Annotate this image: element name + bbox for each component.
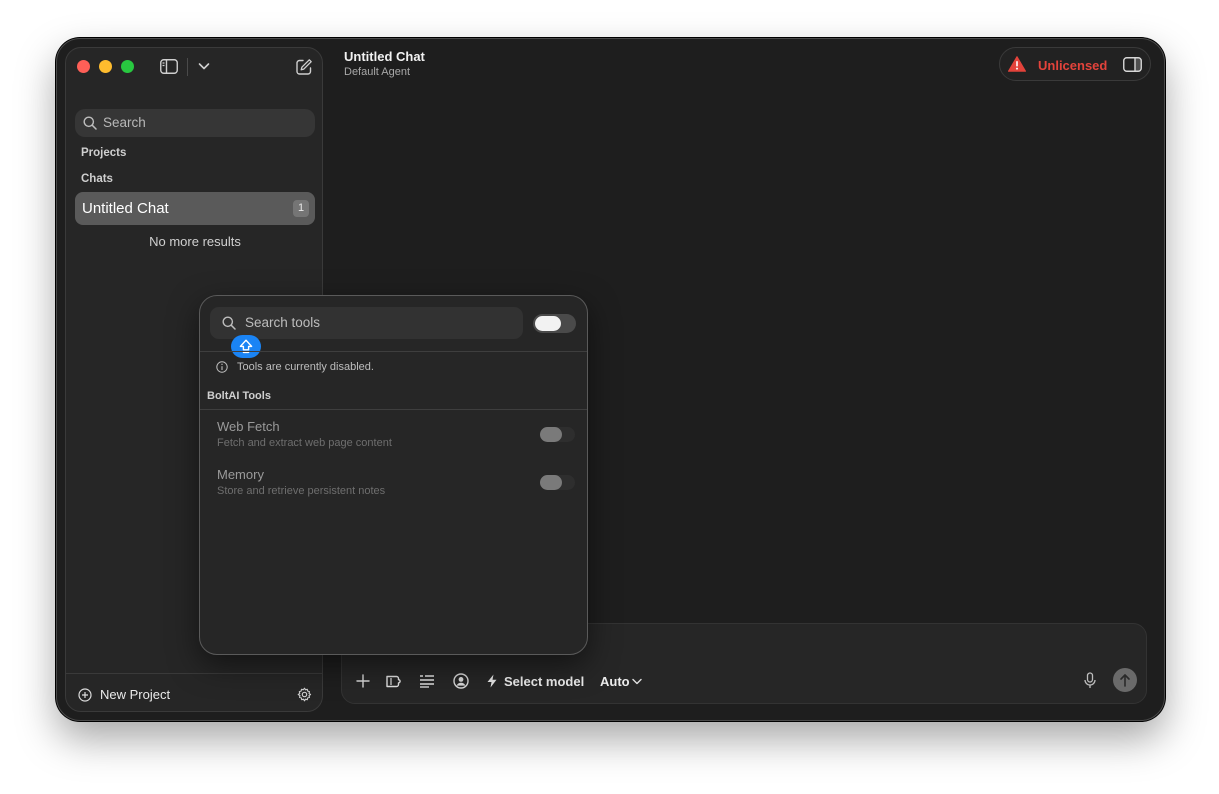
sidebar-search-input[interactable]: Search <box>75 109 315 137</box>
tool-memory-description: Store and retrieve persistent notes <box>217 485 386 497</box>
license-status-label: Unlicensed <box>1038 58 1108 73</box>
popover-anchor-caret <box>387 656 403 665</box>
license-status-pill[interactable]: Unlicensed <box>999 47 1151 81</box>
window-zoom-button[interactable] <box>121 60 134 73</box>
tools-group-heading: BoltAI Tools <box>207 390 271 402</box>
popover-divider <box>200 409 587 410</box>
section-projects-label: Projects <box>81 147 127 159</box>
arrow-up-icon <box>1120 674 1130 687</box>
tool-web-fetch-toggle[interactable] <box>540 427 575 442</box>
chat-item-title: Untitled Chat <box>82 200 169 217</box>
window-close-button[interactable] <box>77 60 90 73</box>
bolt-icon <box>487 674 497 688</box>
tools-plugin-icon[interactable] <box>385 673 403 689</box>
search-icon <box>83 116 97 130</box>
chat-title: Untitled Chat <box>344 49 425 64</box>
tools-search-input[interactable]: Search tools <box>210 307 523 339</box>
tools-popover: Search tools Tools are currently disable… <box>199 295 588 655</box>
popover-divider <box>200 351 587 352</box>
new-project-label: New Project <box>100 687 171 702</box>
tools-search-placeholder: Search tools <box>245 315 321 330</box>
toggle-knob <box>535 316 561 331</box>
tool-web-fetch-name: Web Fetch <box>217 419 280 434</box>
tools-master-toggle[interactable] <box>533 314 576 333</box>
microphone-icon[interactable] <box>1083 672 1097 689</box>
tool-web-fetch-description: Fetch and extract web page content <box>217 437 392 449</box>
warning-triangle-icon <box>1008 56 1026 72</box>
search-icon <box>222 316 236 330</box>
plus-circle-icon <box>78 688 92 702</box>
no-more-results-text: No more results <box>149 234 241 249</box>
info-icon <box>216 361 228 373</box>
new-chat-compose-icon[interactable] <box>295 58 313 76</box>
chat-item-count-badge: 1 <box>293 200 309 217</box>
toggle-knob <box>540 427 562 442</box>
tool-memory-name: Memory <box>217 467 264 482</box>
sidebar-search-placeholder: Search <box>103 115 146 130</box>
section-chats-label: Chats <box>81 173 113 185</box>
tools-disabled-notice: Tools are currently disabled. <box>237 361 374 373</box>
sidebar-footer-divider <box>66 673 322 674</box>
agent-profile-icon[interactable] <box>453 673 469 689</box>
send-button[interactable] <box>1113 668 1137 692</box>
chevron-down-icon <box>632 678 642 685</box>
auto-mode-dropdown[interactable]: Auto <box>600 674 630 689</box>
toggle-knob <box>540 475 562 490</box>
shift-key-badge <box>231 335 261 358</box>
chat-list-item[interactable]: Untitled Chat 1 <box>75 192 315 225</box>
toolbar-divider <box>187 58 188 76</box>
tool-memory-toggle[interactable] <box>540 475 575 490</box>
gear-icon[interactable] <box>297 687 312 702</box>
plus-icon[interactable] <box>356 674 370 688</box>
chevron-down-icon[interactable] <box>198 61 210 71</box>
chat-agent-subtitle: Default Agent <box>344 66 411 78</box>
prompt-library-icon[interactable] <box>419 674 435 688</box>
right-panel-toggle-icon[interactable] <box>1123 57 1142 72</box>
select-model-button[interactable]: Select model <box>504 674 584 689</box>
sidebar-toggle-icon[interactable] <box>160 59 178 74</box>
window-minimize-button[interactable] <box>99 60 112 73</box>
